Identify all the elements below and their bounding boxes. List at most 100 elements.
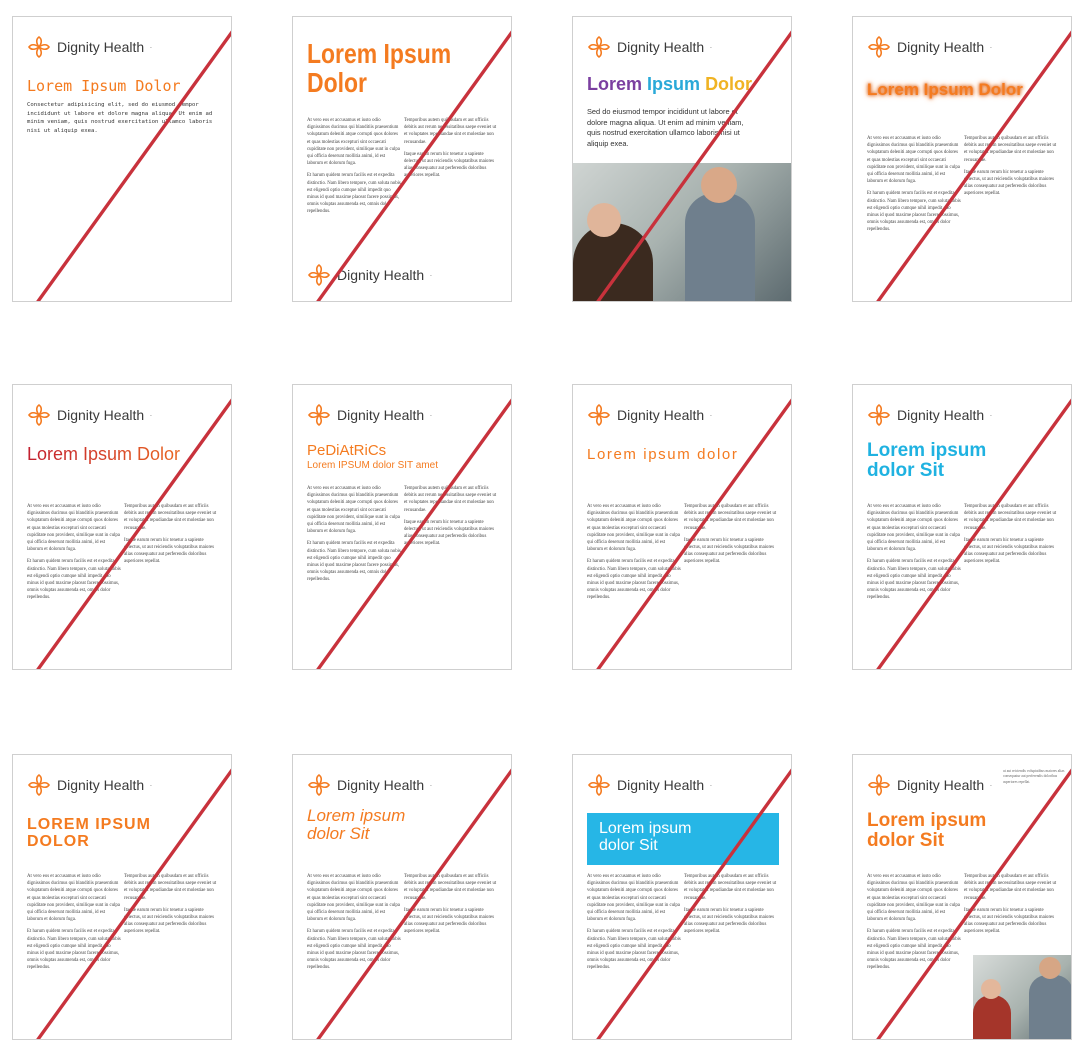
body-column-right: Temporibus autem quibusdam et aut offici… — [124, 873, 218, 941]
dignity-star-icon — [868, 774, 890, 796]
title-line: dolor Sit — [307, 823, 370, 843]
brand-name: Dignity Health — [617, 39, 705, 55]
body-column-right: Temporibus autem quibusdam et aut offici… — [684, 503, 778, 571]
dignity-star-icon — [588, 404, 610, 426]
dignity-star-icon — [308, 404, 330, 426]
brand-tm: . — [990, 782, 992, 788]
body-paragraph: Temporibus autem quibusdam et aut offici… — [124, 874, 217, 901]
layout-card-10[interactable]: Dignity Health. Lorem ipsum dolor Sit At… — [292, 754, 512, 1040]
body-column-left: At vero eos et accusamus et iusto odio d… — [587, 873, 681, 976]
body-paragraph: At vero eos et accusamus et iusto odio d… — [587, 874, 680, 923]
card-title: Lorem ipsum dolor Sit — [307, 807, 501, 843]
card-title: Lorem ipsum dolor — [587, 446, 739, 463]
body-paragraph: Et harum quidem rerum facilis est et exp… — [307, 173, 401, 215]
brand-name: Dignity Health — [897, 39, 985, 55]
brand-name: Dignity Health — [897, 777, 985, 793]
dignity-star-icon — [588, 36, 610, 58]
body-column-left: At vero eos et accusamus et iusto odio d… — [867, 503, 961, 606]
card-title: Lorem ipsum dolor Sit — [599, 820, 692, 855]
brand-logo: Dignity Health. — [867, 773, 992, 797]
layout-card-12[interactable]: Dignity Health. ut aut reiciendis volupt… — [852, 754, 1072, 1040]
side-note: ut aut reiciendis voluptatibus maiores a… — [1003, 769, 1065, 784]
body-column-left: At vero eos et accusamus et iusto odio d… — [27, 503, 121, 606]
body-paragraph: Itaque earum rerum hic tenetur a sapient… — [124, 907, 215, 935]
dignity-star-icon — [28, 36, 50, 58]
card-lead: Sed do eiusmod tempor incididunt ut labo… — [587, 107, 744, 149]
layout-card-1[interactable]: Dignity Health. Lorem Ipsum Dolor Consec… — [12, 16, 232, 302]
dignity-star-icon — [308, 264, 330, 286]
brand-name: Dignity Health — [897, 407, 985, 423]
layout-card-5[interactable]: Dignity Health. Lorem Ipsum Dolor At ver… — [12, 384, 232, 670]
brand-tm: . — [710, 44, 712, 50]
body-paragraph: At vero eos et accusamus et iusto odio d… — [27, 874, 120, 923]
body-paragraph: At vero eos et accusamus et iusto odio d… — [307, 874, 400, 923]
layout-card-3[interactable]: Dignity Health. Lorem Ipsum Dolor Sed do… — [572, 16, 792, 302]
body-paragraph: Et harum quidem rerum facilis est et exp… — [867, 929, 961, 971]
body-paragraph: Et harum quidem rerum facilis est et exp… — [307, 541, 401, 583]
layout-card-11[interactable]: Dignity Health. Lorem ipsum dolor Sit At… — [572, 754, 792, 1040]
body-column-right: Temporibus autem quibusdam et aut offici… — [404, 873, 498, 941]
brand-logo: Dignity Health. — [587, 35, 712, 59]
card-title: Lorem Ipsum Dolor — [867, 80, 1023, 99]
body-paragraph: At vero eos et accusamus et iusto odio d… — [867, 504, 960, 553]
body-paragraph: Et harum quidem rerum facilis est et exp… — [27, 929, 121, 971]
body-column-right: Temporibus autem quibusdam et aut offici… — [404, 117, 498, 185]
brand-name: Dignity Health — [617, 407, 705, 423]
brand-logo: Dignity Health. — [27, 773, 152, 797]
dignity-star-icon — [868, 36, 890, 58]
body-paragraph: Itaque earum rerum hic tenetur a sapient… — [964, 169, 1055, 197]
layout-card-7[interactable]: Dignity Health. Lorem ipsum dolor At ver… — [572, 384, 792, 670]
title-line: DOLOR — [27, 832, 90, 850]
body-paragraph: Itaque earum rerum hic tenetur a sapient… — [404, 151, 495, 179]
brand-logo: Dignity Health. — [867, 403, 992, 427]
body-paragraph: Itaque earum rerum hic tenetur a sapient… — [404, 907, 495, 935]
card-title: Lorem ipsum dolor Sit — [867, 441, 1061, 481]
body-column-right: Temporibus autem quibusdam et aut offici… — [964, 873, 1058, 941]
body-paragraph: Et harum quidem rerum facilis est et exp… — [27, 559, 121, 601]
card-title-multicolor: Lorem Ipsum Dolor — [587, 75, 781, 94]
body-paragraph: Temporibus autem quibusdam et aut offici… — [684, 504, 777, 531]
body-paragraph: Temporibus autem quibusdam et aut offici… — [684, 874, 777, 901]
card-title: Lorem Ipsum Dolor — [307, 38, 452, 99]
photo-shape-doctor — [685, 193, 755, 301]
title-line: Lorem ipsum — [307, 806, 406, 825]
layout-card-9[interactable]: Dignity Health. LOREM IPSUM DOLOR At ver… — [12, 754, 232, 1040]
layout-card-4[interactable]: Dignity Health. Lorem Ipsum Dolor At ver… — [852, 16, 1072, 302]
body-column-right: Temporibus autem quibusdam et aut offici… — [964, 135, 1058, 203]
card-title: Lorem ipsum dolor Sit — [867, 811, 1061, 851]
layout-card-2[interactable]: Lorem Ipsum Dolor At vero eos et accusam… — [292, 16, 512, 302]
body-column-left: At vero eos et accusamus et iusto odio d… — [867, 135, 961, 238]
brand-name: Dignity Health — [57, 777, 145, 793]
body-paragraph: Temporibus autem quibusdam et aut offici… — [404, 486, 497, 513]
brand-logo: Dignity Health. — [307, 773, 432, 797]
dignity-star-icon — [868, 404, 890, 426]
brand-tm: . — [990, 44, 992, 50]
doctor-patient-photo — [573, 163, 791, 301]
brand-logo: Dignity Health. — [27, 35, 152, 59]
doctor-patient-photo — [973, 955, 1071, 1039]
body-paragraph: Itaque earum rerum hic tenetur a sapient… — [964, 537, 1055, 565]
body-column-left: At vero eos et accusamus et iusto odio d… — [27, 873, 121, 976]
body-column-left: At vero eos et accusamus et iusto odio d… — [307, 485, 401, 588]
brand-name: Dignity Health — [337, 407, 425, 423]
photo-shape-child — [573, 223, 653, 301]
dignity-star-icon — [588, 774, 610, 796]
photo-shape-doctor-head — [701, 167, 737, 203]
title-line: dolor Sit — [599, 836, 658, 854]
body-column-left: At vero eos et accusamus et iusto odio d… — [307, 117, 401, 220]
photo-shape-child — [973, 995, 1011, 1039]
layout-card-6[interactable]: Dignity Health. PeDiAtRiCs Lorem IPSUM d… — [292, 384, 512, 670]
brand-tm: . — [430, 412, 432, 418]
brand-tm: . — [150, 412, 152, 418]
photo-shape-doctor-head — [1039, 957, 1061, 979]
body-column-right: Temporibus autem quibusdam et aut offici… — [964, 503, 1058, 571]
title-line: Lorem ipsum — [599, 820, 692, 837]
title-banner: Lorem ipsum dolor Sit — [587, 813, 779, 865]
body-paragraph: At vero eos et accusamus et iusto odio d… — [587, 504, 680, 553]
body-column-right: Temporibus autem quibusdam et aut offici… — [684, 873, 778, 941]
title-line: dolor Sit — [867, 459, 945, 481]
title-line: dolor Sit — [867, 829, 945, 851]
brand-name: Dignity Health — [617, 777, 705, 793]
layout-card-8[interactable]: Dignity Health. Lorem ipsum dolor Sit At… — [852, 384, 1072, 670]
brand-tm: . — [430, 272, 432, 278]
